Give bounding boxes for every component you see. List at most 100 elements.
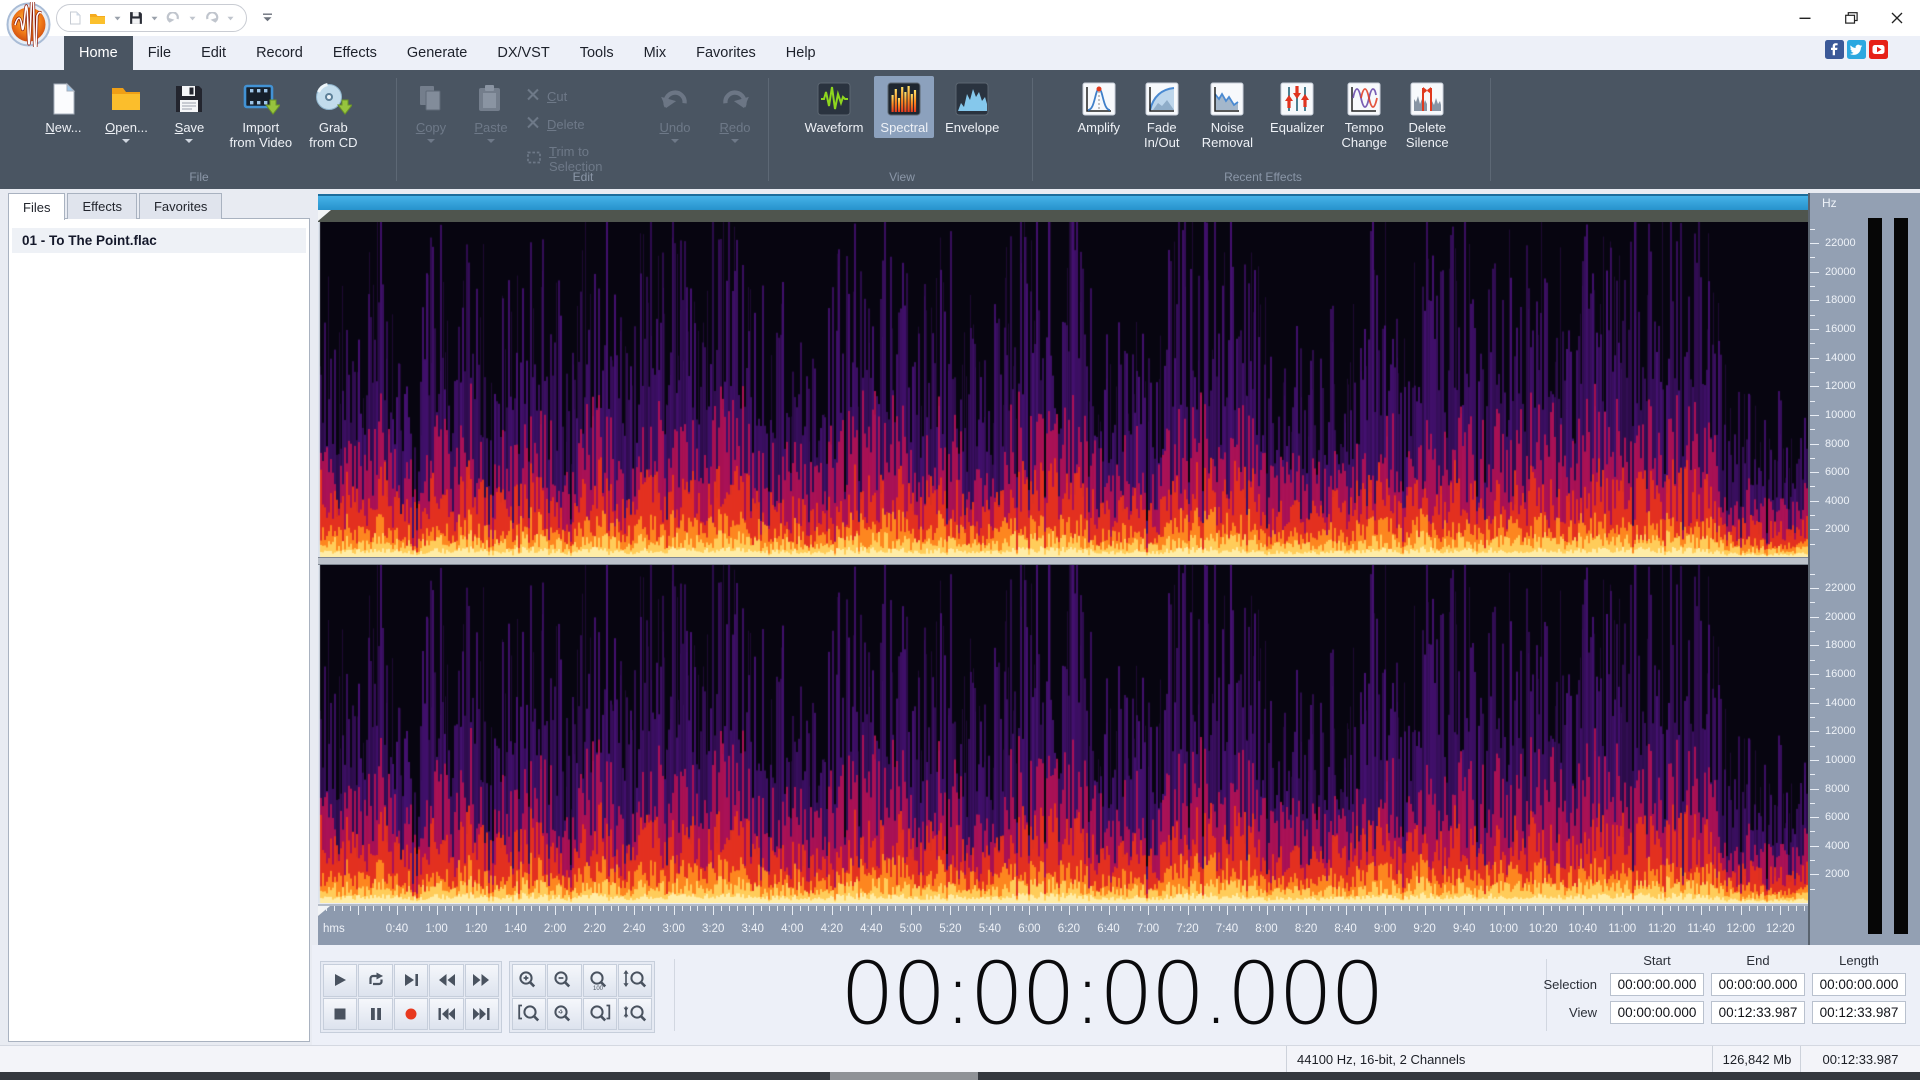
time-field-view-length[interactable]: 00:12:33.987 <box>1812 1001 1906 1024</box>
time-tick <box>1456 906 1458 911</box>
menu-tab-record[interactable]: Record <box>241 36 318 70</box>
close-button[interactable] <box>1874 0 1920 36</box>
freq-tick-label: 14000 <box>1825 351 1856 364</box>
save-quick-icon[interactable] <box>127 11 145 25</box>
spectral-button[interactable]: Spectral <box>874 76 935 138</box>
loop-button[interactable] <box>358 964 393 997</box>
file-list-item[interactable]: 01 - To The Point.flac <box>12 228 306 253</box>
go-to-end-button[interactable] <box>464 997 499 1030</box>
minimize-button[interactable] <box>1782 0 1828 36</box>
time-tick <box>476 906 478 915</box>
time-tick-label: 8:40 <box>1334 923 1357 935</box>
time-tick <box>341 906 343 911</box>
time-tick <box>1116 906 1118 911</box>
selection-marker-strip[interactable] <box>318 210 1808 222</box>
envelope-button[interactable]: Envelope <box>939 76 1005 138</box>
time-tick <box>808 906 810 911</box>
tempo-change-button[interactable]: Tempo Change <box>1335 76 1393 153</box>
grab-from-cd-button[interactable]: Grab from CD <box>303 76 363 153</box>
time-field-selection-length[interactable]: 00:00:00.000 <box>1812 973 1906 996</box>
zoom-vertical-out-button[interactable] <box>617 997 652 1030</box>
new-quick-icon[interactable] <box>67 11 83 25</box>
go-to-start-button[interactable] <box>429 997 464 1030</box>
noise-removal-button[interactable]: Noise Removal <box>1196 76 1259 153</box>
menu-tab-favorites[interactable]: Favorites <box>681 36 771 70</box>
import-from-video-button[interactable]: Import from Video <box>223 76 298 153</box>
open-quick-icon[interactable] <box>87 12 108 25</box>
menu-tab-file[interactable]: File <box>133 36 186 70</box>
fade-in-out-button[interactable]: Fade In/Out <box>1133 76 1191 153</box>
time-ruler[interactable]: hms 0:40 1:00 1:20 1:40 2:00 2:20 2:40 3:00 3:20… <box>318 904 1808 945</box>
selection-start-marker[interactable] <box>318 210 331 221</box>
time-tick <box>665 906 667 911</box>
menu-tab-home[interactable]: Home <box>64 36 133 70</box>
time-tick <box>689 906 691 911</box>
open-dropdown-icon[interactable] <box>112 16 123 21</box>
freq-tick-label: 20000 <box>1825 265 1856 278</box>
time-tick <box>1061 906 1062 911</box>
twitter-icon[interactable] <box>1847 40 1866 64</box>
new-button[interactable]: New... <box>34 76 92 138</box>
stop-button[interactable] <box>323 997 358 1030</box>
horizontal-scrollbar[interactable] <box>318 194 1808 210</box>
menu-tab-dx-vst[interactable]: DX/VST <box>482 36 564 70</box>
menu-tab-mix[interactable]: Mix <box>629 36 682 70</box>
save-dropdown-icon[interactable] <box>149 16 160 21</box>
ribbon-group-view: Waveform Spectral Envelope View <box>776 70 1028 189</box>
zoom-100-button[interactable]: 100 <box>582 964 617 997</box>
spectrogram-channel-2[interactable] <box>318 565 1808 903</box>
sidebar-tab-files[interactable]: Files <box>8 193 66 220</box>
spectrogram-channel-1[interactable] <box>318 222 1808 557</box>
open-button[interactable]: Open... <box>97 76 155 150</box>
record-button[interactable] <box>393 997 429 1030</box>
time-field-view-start[interactable]: 00:00:00.000 <box>1610 1001 1704 1024</box>
zoom-selection-left-button[interactable] <box>512 997 547 1030</box>
freq-tick <box>1810 500 1819 502</box>
zoom-vertical-in-button[interactable] <box>617 964 652 997</box>
time-tick <box>373 906 375 911</box>
menu-tab-tools[interactable]: Tools <box>565 36 629 70</box>
view-start-marker[interactable] <box>318 906 330 916</box>
menu-bar: Home File Edit Record Effects Generate DX/VST T… <box>0 36 1920 70</box>
play-button[interactable] <box>323 964 358 997</box>
app-logo[interactable] <box>6 0 51 58</box>
equalizer-button[interactable]: Equalizer <box>1264 76 1330 138</box>
zoom-out-button[interactable] <box>547 964 582 997</box>
time-field-selection-end[interactable]: 00:00:00.000 <box>1711 973 1805 996</box>
button-label: Paste <box>474 120 508 135</box>
rewind-button[interactable] <box>429 964 464 997</box>
fast-forward-button[interactable] <box>464 964 499 997</box>
menu-tab-generate[interactable]: Generate <box>392 36 482 70</box>
freq-tick <box>1810 817 1819 819</box>
time-unit-label: hms <box>323 923 345 935</box>
sidebar-tab-effects[interactable]: Effects <box>67 193 137 219</box>
menu-tab-edit[interactable]: Edit <box>186 36 241 70</box>
waveform-button[interactable]: Waveform <box>799 76 870 138</box>
time-tick <box>997 906 999 911</box>
play-to-end-button[interactable] <box>393 964 429 997</box>
time-field-view-end[interactable]: 00:12:33.987 <box>1711 1001 1805 1024</box>
amplify-button[interactable]: Amplify <box>1070 76 1128 138</box>
time-tick <box>1377 906 1379 911</box>
freq-tick <box>1810 386 1819 388</box>
time-tick <box>1606 906 1608 911</box>
fade-icon <box>1145 78 1179 120</box>
freq-tick <box>1810 457 1815 459</box>
time-field-selection-start[interactable]: 00:00:00.000 <box>1610 973 1704 996</box>
youtube-icon[interactable] <box>1869 40 1888 64</box>
facebook-icon[interactable] <box>1825 40 1844 64</box>
sidebar-tab-favorites[interactable]: Favorites <box>138 193 223 219</box>
menu-tab-help[interactable]: Help <box>771 36 831 70</box>
time-tick <box>1076 906 1078 911</box>
zoom-selection-right-button[interactable] <box>582 997 617 1030</box>
save-button[interactable]: Save <box>160 76 218 150</box>
menu-tab-effects[interactable]: Effects <box>318 36 392 70</box>
maximize-button[interactable] <box>1828 0 1874 36</box>
delete-silence-button[interactable]: Delete Silence <box>1398 76 1456 153</box>
zoom-to-selection-button[interactable] <box>547 997 582 1030</box>
customize-toolbar-icon[interactable] <box>262 10 273 28</box>
pause-button[interactable] <box>358 997 393 1030</box>
button-label: Waveform <box>804 120 864 135</box>
channel-separator[interactable] <box>318 557 1808 565</box>
zoom-in-button[interactable] <box>512 964 547 997</box>
